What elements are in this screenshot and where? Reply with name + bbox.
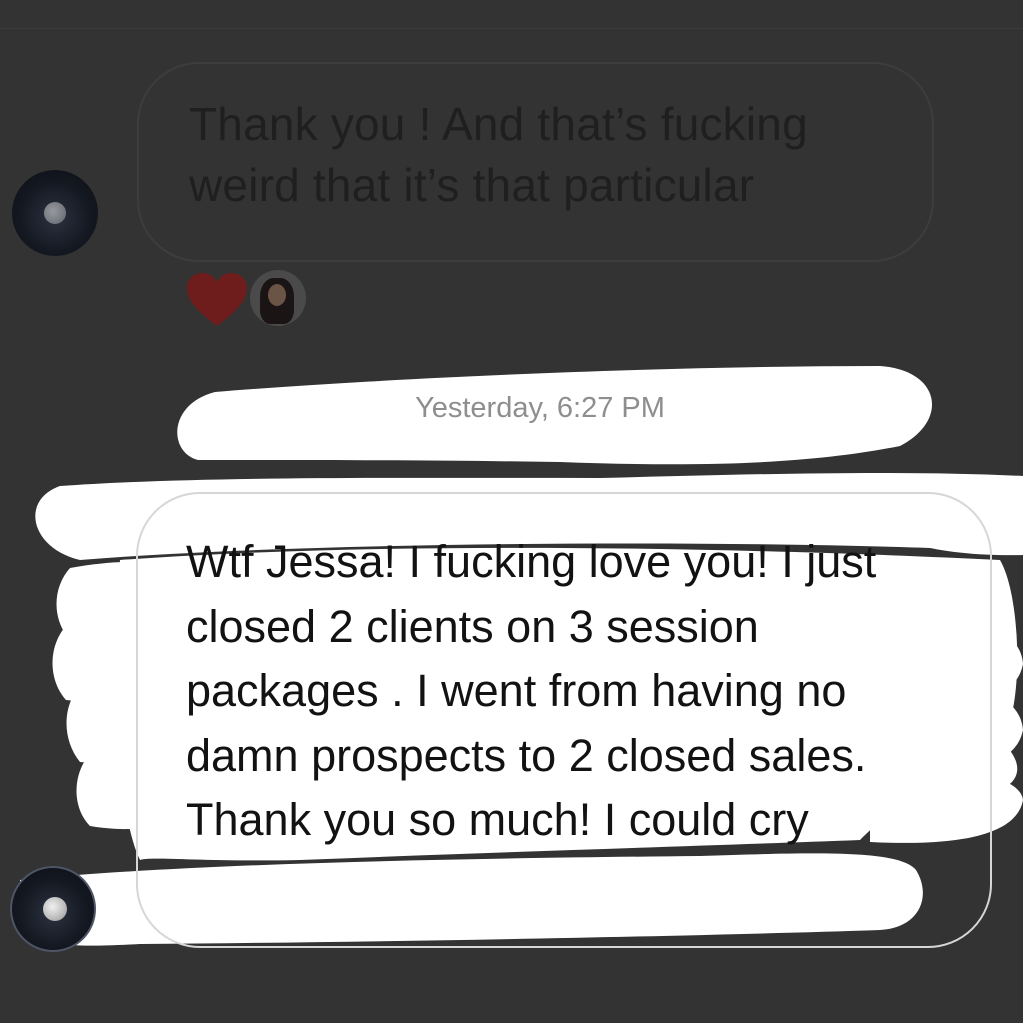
header-divider xyxy=(0,28,1023,29)
heart-icon[interactable] xyxy=(186,272,248,328)
contact-avatar[interactable] xyxy=(12,170,98,256)
message-text-1: Thank you ! And that’s fucking weird tha… xyxy=(189,98,808,211)
message-timestamp: Yesterday, 6:27 PM xyxy=(415,392,665,424)
moon-icon xyxy=(43,897,67,921)
message-bubble-1[interactable]: Thank you ! And that’s fucking weird tha… xyxy=(137,62,934,262)
reactor-avatar[interactable] xyxy=(250,270,306,326)
contact-avatar-2[interactable] xyxy=(10,866,96,952)
reactor-face xyxy=(268,284,286,306)
chat-thread: Thank you ! And that’s fucking weird tha… xyxy=(0,0,1023,1023)
message-text-2: Wtf Jessa! I fucking love you! I just cl… xyxy=(186,536,877,845)
moon-icon xyxy=(44,202,66,224)
